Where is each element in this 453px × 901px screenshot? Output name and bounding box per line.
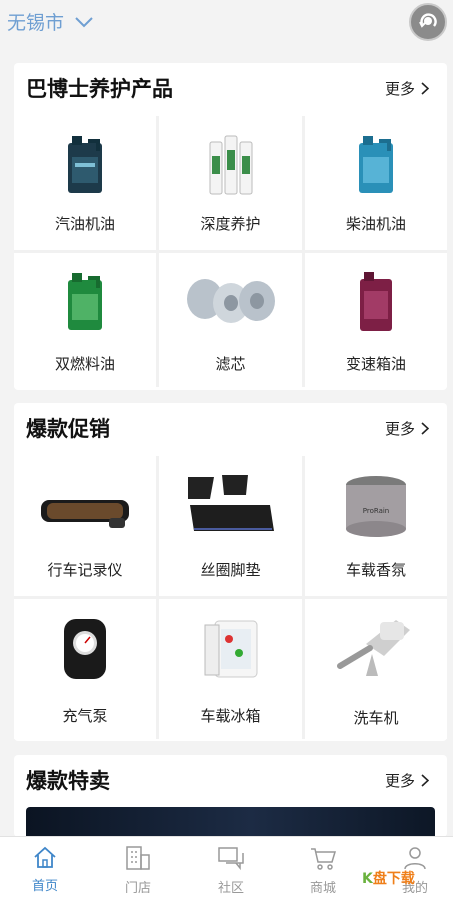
product-tile[interactable]: 深度养护 <box>159 116 302 250</box>
mini-fridge-icon <box>204 620 257 677</box>
more-link[interactable]: 更多 <box>385 770 429 791</box>
section-title: 爆款特卖 <box>26 769 110 793</box>
nav-home[interactable]: 首页 <box>10 845 80 894</box>
product-label: 柴油机油 <box>345 215 406 233</box>
home-icon <box>34 846 56 868</box>
product-tile[interactable]: 丝圈脚垫 <box>159 456 302 596</box>
product-tile[interactable]: 行车记录仪 <box>14 456 156 596</box>
more-link[interactable]: 更多 <box>385 418 429 439</box>
section-maintenance-products: 巴博士养护产品 更多 汽油机油 深度养护 柴油机油 双燃料油 滤芯 变速箱油 <box>14 63 447 390</box>
product-tile[interactable]: 汽油机油 <box>14 116 156 250</box>
cart-icon <box>311 848 337 870</box>
oil-bottle-blue-icon <box>359 135 393 193</box>
section-hot-promotions: 爆款促销 更多 行车记录仪 丝圈脚垫 ProRain 车载香氛 充气泵 车载冰箱… <box>14 403 447 741</box>
product-tile[interactable]: ProRain 车载香氛 <box>305 456 447 596</box>
product-tile[interactable]: 充气泵 <box>14 599 156 739</box>
aroma-can-icon: ProRain <box>346 475 406 537</box>
product-tile[interactable]: 变速箱油 <box>305 253 447 387</box>
chat-icon <box>218 847 244 871</box>
watermark-logo: K盘下载 <box>362 871 415 887</box>
nav-stores[interactable]: 门店 <box>103 845 173 896</box>
product-tile[interactable]: 双燃料油 <box>14 253 156 387</box>
product-label: 行车记录仪 <box>47 561 123 579</box>
product-tile[interactable]: 车载冰箱 <box>159 599 302 739</box>
oil-bottle-green-icon <box>68 272 102 330</box>
additive-tubes-icon <box>209 135 252 194</box>
washer-gun-icon <box>337 619 410 676</box>
section-title: 巴博士养护产品 <box>26 77 173 101</box>
product-label: 丝圈脚垫 <box>200 561 261 579</box>
oil-bottle-purple-icon <box>360 271 392 331</box>
air-pump-icon <box>64 618 106 679</box>
product-label: 车载冰箱 <box>200 707 261 725</box>
section-hot-sale: 爆款特卖 更多 <box>14 755 447 837</box>
chevron-right-icon <box>421 774 429 787</box>
promo-banner[interactable] <box>26 807 435 837</box>
product-label: 汽油机油 <box>54 215 115 233</box>
car-floor-mats-icon <box>187 474 274 531</box>
nav-label: 门店 <box>124 881 151 896</box>
oil-bottle-dark-icon <box>68 135 102 193</box>
svg-text:ProRain: ProRain <box>363 507 390 515</box>
section-title: 爆款促销 <box>26 417 110 441</box>
product-tile[interactable]: 滤芯 <box>159 253 302 387</box>
dashcam-mirror-icon <box>41 499 129 528</box>
product-tile[interactable]: 洗车机 <box>305 599 447 739</box>
more-link[interactable]: 更多 <box>385 78 429 99</box>
nav-mall[interactable]: 商城 <box>288 845 358 896</box>
city-label: 无锡市 <box>7 12 65 34</box>
nav-label: 社区 <box>217 881 244 896</box>
refresh-user-icon <box>419 13 437 28</box>
chevron-right-icon <box>421 422 429 435</box>
product-label: 滤芯 <box>215 355 246 373</box>
product-label: 深度养护 <box>200 215 261 233</box>
product-label: 洗车机 <box>353 709 399 727</box>
nav-label: 首页 <box>31 879 58 894</box>
nav-label: 商城 <box>309 881 336 896</box>
more-label: 更多 <box>384 80 415 98</box>
top-bar: 无锡市 <box>0 0 453 46</box>
filter-cylinders-icon <box>186 278 275 323</box>
chevron-down-icon <box>75 16 93 27</box>
product-label: 车载香氛 <box>345 561 406 579</box>
product-label: 充气泵 <box>62 707 108 725</box>
more-label: 更多 <box>384 420 415 438</box>
product-label: 变速箱油 <box>345 355 406 373</box>
more-label: 更多 <box>384 772 415 790</box>
chevron-right-icon <box>421 82 429 95</box>
building-icon <box>126 846 150 870</box>
nav-community[interactable]: 社区 <box>196 845 266 896</box>
product-label: 双燃料油 <box>54 355 115 373</box>
city-selector[interactable]: 无锡市 <box>7 8 94 35</box>
product-tile[interactable]: 柴油机油 <box>305 116 447 250</box>
avatar-button[interactable] <box>409 3 447 41</box>
